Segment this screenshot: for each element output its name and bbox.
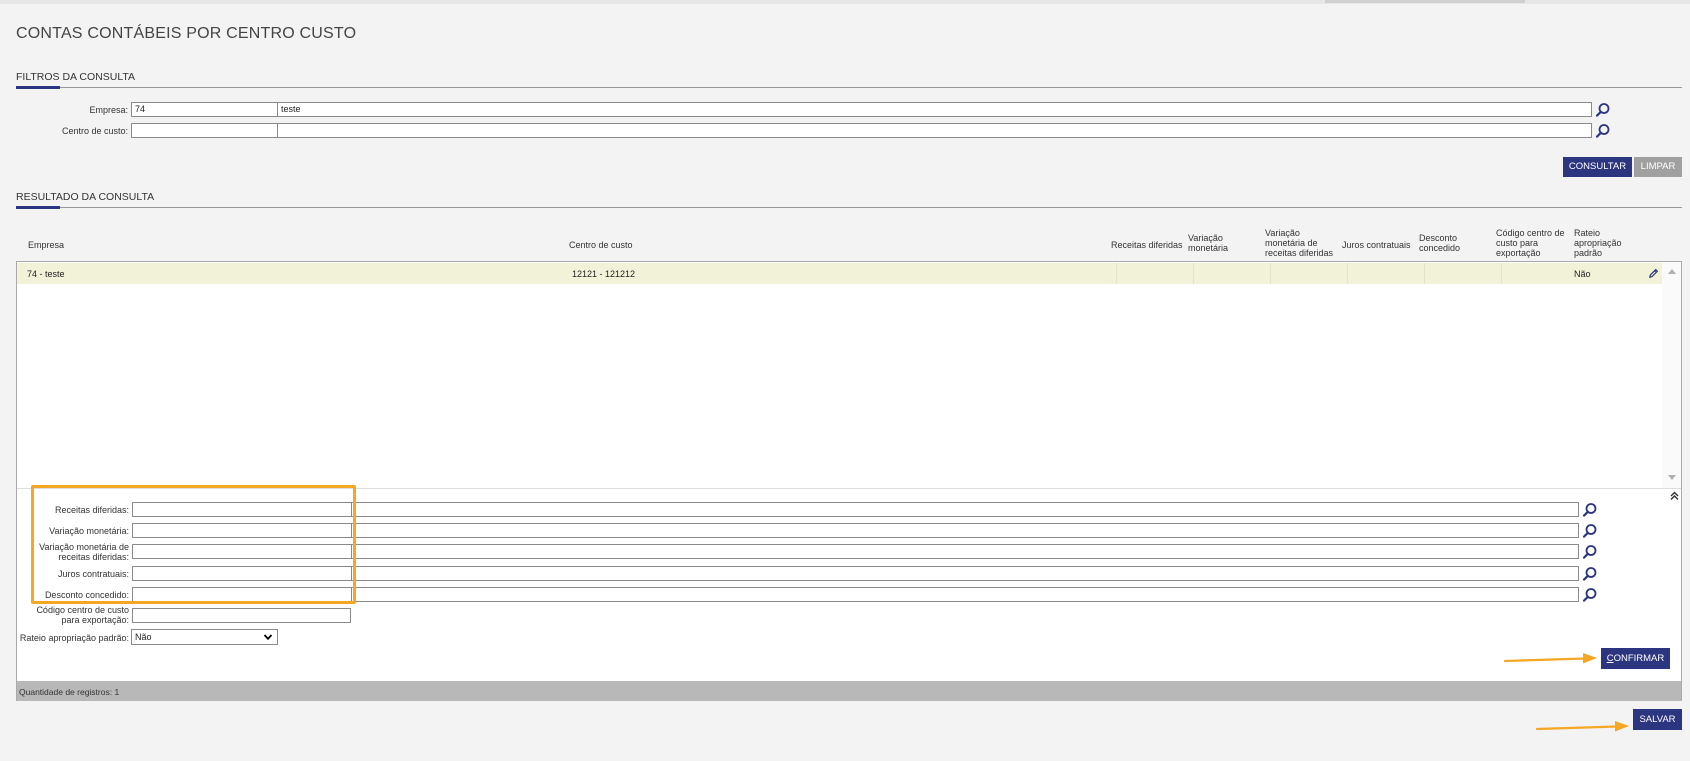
row-empresa: 74 - teste: [27, 269, 65, 279]
row-rateio: Não: [1574, 269, 1591, 279]
limpar-button[interactable]: LIMPAR: [1634, 157, 1682, 177]
row-centro-custo: 12121 - 121212: [572, 269, 636, 279]
desconto-concedido-search-icon[interactable]: [1582, 587, 1598, 603]
arrow-right-annotation: [1503, 653, 1597, 664]
empresa-search-icon[interactable]: [1595, 102, 1611, 118]
juros-contratuais-label: Juros contratuais:: [57, 569, 129, 579]
col-header-variacao-receitas[interactable]: Variação monetária de receitas diferidas: [1265, 228, 1333, 258]
col-header-centro-custo[interactable]: Centro de custo: [569, 240, 633, 250]
top-tab-indicator: [1325, 0, 1525, 3]
filters-section-accent: [16, 86, 60, 89]
row-divider: [1270, 263, 1271, 284]
edit-icon[interactable]: [1648, 268, 1659, 279]
grid-scrollbar[interactable]: [1662, 263, 1681, 488]
row-divider: [1424, 263, 1425, 284]
results-section-title: RESULTADO DA CONSULTA: [16, 191, 155, 203]
variacao-receitas-label: Variação monetária de receitas diferidas…: [39, 542, 129, 562]
arrow-right-annotation: [1535, 721, 1629, 732]
chevron-down-icon[interactable]: [1668, 475, 1676, 481]
empresa-name-input[interactable]: teste: [277, 102, 1592, 117]
codigo-exportacao-label: Código centro de custo para exportação:: [36, 605, 129, 625]
row-divider: [1347, 263, 1348, 284]
desconto-concedido-code-input[interactable]: [132, 587, 352, 602]
col-header-rateio-padrao[interactable]: Rateio apropriação padrão: [1574, 228, 1622, 258]
variacao-monetaria-desc-input[interactable]: [351, 523, 1579, 538]
empresa-label: Empresa:: [89, 105, 128, 115]
col-header-receitas-diferidas[interactable]: Receitas diferidas: [1111, 240, 1183, 250]
dropdown-chevron-icon: [263, 634, 273, 641]
variacao-monetaria-search-icon[interactable]: [1582, 523, 1598, 539]
double-chevron-up-icon[interactable]: [1670, 491, 1679, 500]
page-title: CONTAS CONTÁBEIS POR CENTRO CUSTO: [16, 25, 357, 42]
table-row[interactable]: 74 - teste 12121 - 121212 Não: [17, 263, 1662, 284]
desconto-concedido-desc-input[interactable]: [351, 587, 1579, 602]
col-header-codigo-exportacao[interactable]: Código centro de custo para exportação: [1496, 228, 1565, 258]
consultar-button[interactable]: CONSULTAR: [1563, 157, 1632, 177]
row-divider: [1193, 263, 1194, 284]
col-header-desconto-concedido[interactable]: Desconto concedido: [1419, 233, 1460, 253]
desconto-concedido-label: Desconto concedido:: [44, 590, 129, 600]
variacao-monetaria-label: Variação monetária:: [49, 526, 129, 536]
results-section-accent: [16, 206, 60, 209]
receitas-diferidas-code-input[interactable]: [132, 502, 352, 517]
row-divider: [1116, 263, 1117, 284]
juros-contratuais-search-icon[interactable]: [1582, 566, 1598, 582]
juros-contratuais-code-input[interactable]: [132, 566, 352, 581]
variacao-monetaria-code-input[interactable]: [132, 523, 352, 538]
filters-section-title: FILTROS DA CONSULTA: [16, 71, 136, 83]
receitas-diferidas-search-icon[interactable]: [1582, 502, 1598, 518]
col-header-juros-contratuais[interactable]: Juros contratuais: [1342, 240, 1411, 250]
results-section-line: [16, 207, 1682, 208]
receitas-diferidas-desc-input[interactable]: [351, 502, 1579, 517]
codigo-exportacao-input[interactable]: [132, 608, 351, 623]
centro-custo-name-input[interactable]: [277, 123, 1592, 138]
col-header-variacao-monetaria[interactable]: Variação monetária: [1188, 233, 1228, 253]
confirmar-button[interactable]: CONFIRMAR: [1601, 648, 1670, 669]
status-bar: Quantidade de registros: 1: [17, 681, 1681, 701]
centro-custo-search-icon[interactable]: [1595, 123, 1611, 139]
empresa-code-input[interactable]: 74: [131, 102, 278, 117]
centro-custo-code-input[interactable]: [131, 123, 278, 138]
centro-custo-label: Centro de custo:: [61, 126, 128, 136]
variacao-receitas-search-icon[interactable]: [1582, 544, 1598, 560]
row-divider: [1501, 263, 1502, 284]
filters-section-line: [16, 87, 1682, 88]
salvar-button[interactable]: SALVAR: [1633, 709, 1682, 730]
variacao-receitas-code-input[interactable]: [132, 544, 352, 559]
receitas-diferidas-label: Receitas diferidas:: [54, 505, 129, 515]
rateio-padrao-select[interactable]: Não: [131, 629, 278, 645]
juros-contratuais-desc-input[interactable]: [351, 566, 1579, 581]
rateio-padrao-label: Rateio apropriação padrão:: [19, 633, 129, 643]
col-header-empresa[interactable]: Empresa: [28, 240, 64, 250]
variacao-receitas-desc-input[interactable]: [351, 544, 1579, 559]
chevron-up-icon[interactable]: [1668, 268, 1676, 274]
